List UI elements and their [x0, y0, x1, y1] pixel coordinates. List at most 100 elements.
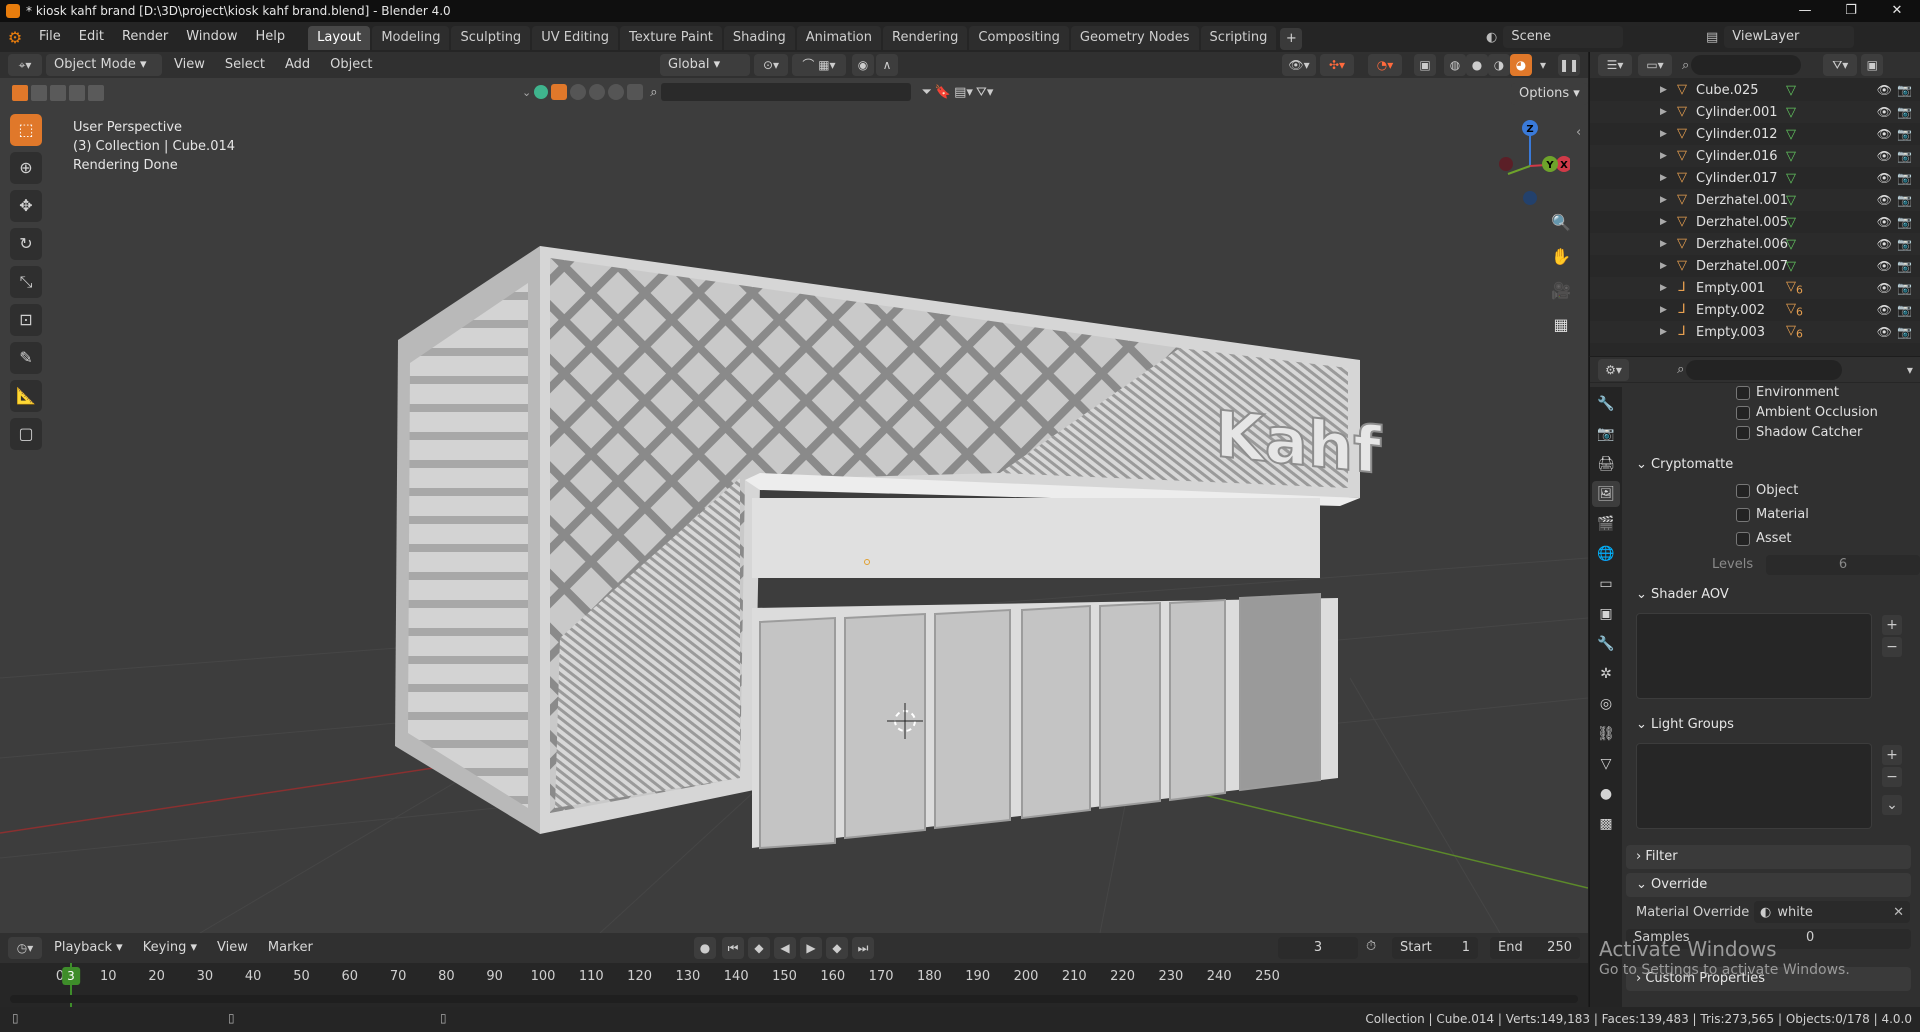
outliner-item[interactable]: ▶ ▽ Cylinder.012 ▽ 👁 📷	[1590, 123, 1920, 145]
mesh-data-icon[interactable]: ▽	[1786, 237, 1796, 252]
clock-icon[interactable]: ⏱	[1366, 939, 1376, 954]
options-dropdown[interactable]: Options ▾	[1507, 83, 1588, 105]
outliner-filter-icon[interactable]: ⛛▾	[1823, 54, 1858, 76]
mesh-data-icon[interactable]: ▽	[1786, 259, 1796, 274]
menu-file[interactable]: File	[30, 22, 70, 52]
collection-tab-icon[interactable]: ▭	[1592, 571, 1620, 597]
start-frame-field[interactable]: Start 1	[1392, 937, 1478, 959]
expand-arrow-icon[interactable]: ▶	[1660, 173, 1674, 183]
cryptomatte-panel-header[interactable]: ⌄ Cryptomatte	[1626, 453, 1911, 477]
physics-tab-icon[interactable]: ◎	[1592, 691, 1620, 717]
falloff-icon[interactable]: ∧	[876, 54, 898, 76]
play-reverse-icon[interactable]: ◀	[774, 937, 796, 959]
record-icon[interactable]: ●	[694, 937, 716, 959]
funnel-icon[interactable]: ⛛▾	[976, 85, 993, 100]
remove-light-group-button[interactable]: −	[1882, 767, 1902, 787]
outliner-item-name[interactable]: Cylinder.001	[1696, 105, 1778, 120]
outliner-item-name[interactable]: Derzhatel.006	[1696, 237, 1788, 252]
outliner-item[interactable]: ▶ ▽ Cube.025 ▽ 👁 📷	[1590, 79, 1920, 101]
light-groups-panel-header[interactable]: ⌄ Light Groups	[1626, 713, 1911, 737]
material-tab-icon[interactable]: ●	[1592, 781, 1620, 807]
menu-edit[interactable]: Edit	[70, 22, 113, 52]
jump-end-icon[interactable]: ⏭	[852, 937, 874, 959]
outliner-item-name[interactable]: Cylinder.017	[1696, 171, 1778, 186]
mesh-data-icon[interactable]: ▽	[1786, 215, 1796, 230]
outliner-item[interactable]: ▶ ▽ Cylinder.016 ▽ 👁 📷	[1590, 145, 1920, 167]
expand-arrow-icon[interactable]: ▶	[1660, 305, 1674, 315]
light-group-menu-button[interactable]: ⌄	[1882, 795, 1902, 815]
sphere-preview-icon[interactable]	[570, 84, 587, 100]
editor-type-icon[interactable]: ⌖▾	[8, 54, 42, 76]
expand-arrow-icon[interactable]: ▶	[1660, 107, 1674, 117]
render-camera-icon[interactable]: 📷	[1897, 171, 1912, 185]
shading-options-icon[interactable]: ▾	[1532, 54, 1554, 76]
tab-shading[interactable]: Shading	[723, 26, 795, 50]
scene-tab-icon[interactable]: 🎬	[1592, 511, 1620, 537]
select-intersect-icon[interactable]	[88, 85, 104, 101]
camera-view-icon[interactable]: 🎥	[1548, 278, 1574, 304]
timeline-keying-menu[interactable]: Keying ▾	[135, 937, 205, 959]
blender-menu-icon[interactable]: ⚙	[0, 28, 30, 47]
world-icon[interactable]	[534, 85, 549, 99]
menu-window[interactable]: Window	[177, 22, 246, 52]
pivot-icon[interactable]: ⊙▾	[754, 54, 788, 76]
scene-field[interactable]: Scene	[1503, 26, 1624, 48]
zoom-icon[interactable]: 🔍	[1548, 210, 1574, 236]
expand-arrow-icon[interactable]: ▶	[1660, 283, 1674, 293]
render-camera-icon[interactable]: 📷	[1897, 325, 1912, 339]
texture-preview-icon[interactable]	[589, 84, 606, 100]
pass-environment[interactable]: Environment	[1736, 385, 1839, 400]
3d-viewport[interactable]: Kahf	[0, 78, 1588, 933]
render-camera-icon[interactable]: 📷	[1897, 303, 1912, 317]
sidebar-toggle-icon[interactable]: ‹	[1576, 125, 1581, 140]
crypto-material[interactable]: Material	[1736, 507, 1809, 522]
checkbox[interactable]	[1736, 405, 1750, 420]
checkbox[interactable]	[1736, 507, 1750, 522]
display-mode-icon-outliner[interactable]: ▭▾	[1638, 54, 1672, 76]
select-subtract-icon[interactable]	[50, 85, 66, 101]
add-cube-tool[interactable]: ▢	[10, 418, 42, 450]
render-camera-icon[interactable]: 📷	[1897, 259, 1912, 273]
timeline-scrollbar[interactable]	[10, 995, 1578, 1003]
tab-modeling[interactable]: Modeling	[372, 26, 450, 50]
xray-icon[interactable]: ▣	[1414, 54, 1436, 76]
light-groups-list[interactable]	[1636, 743, 1872, 829]
tab-compositing[interactable]: Compositing	[969, 26, 1069, 50]
viewport-search-input[interactable]	[660, 83, 911, 101]
visibility-eye-icon[interactable]: 👁	[1877, 281, 1892, 295]
outliner-item[interactable]: ▶ ⅃ Empty.002 ▽6 👁 📷	[1590, 299, 1920, 321]
scene-selector[interactable]: ◐ Scene	[1486, 26, 1624, 48]
current-frame-field[interactable]: 3	[1278, 937, 1358, 959]
render-tab-icon[interactable]: 📷	[1592, 421, 1620, 447]
menu-render[interactable]: Render	[113, 22, 177, 52]
material-shading-icon[interactable]: ◑	[1488, 54, 1510, 76]
outliner-item-name[interactable]: Derzhatel.001	[1696, 193, 1788, 208]
render-camera-icon[interactable]: 📷	[1897, 215, 1912, 229]
solid-shading-icon[interactable]: ●	[1466, 54, 1488, 76]
visibility-eye-icon[interactable]: 👁	[1877, 215, 1892, 229]
playhead-frame-badge[interactable]: 3	[62, 967, 80, 985]
ortho-grid-icon[interactable]: ▦	[1548, 312, 1574, 338]
outliner-item[interactable]: ▶ ⅃ Empty.001 ▽6 👁 📷	[1590, 277, 1920, 299]
mesh-data-icon[interactable]: ▽	[1786, 83, 1796, 98]
new-collection-icon[interactable]: ▣	[1861, 54, 1884, 76]
proportional-edit-icon[interactable]: ◉	[852, 54, 874, 76]
outliner-item-name[interactable]: Empty.002	[1696, 303, 1765, 318]
world-tab-icon[interactable]: 🌐	[1592, 541, 1620, 567]
axis-gizmo[interactable]: Z X Y	[1490, 118, 1572, 208]
next-keyframe-icon[interactable]: ◆	[826, 937, 848, 959]
tab-layout[interactable]: Layout	[308, 26, 371, 50]
expand-arrow-icon[interactable]: ▶	[1660, 239, 1674, 249]
cursor-tool[interactable]: ⊕	[10, 152, 42, 184]
snap-icon[interactable]: ⌒ ▦▾	[792, 54, 846, 76]
outliner-item-name[interactable]: Empty.001	[1696, 281, 1765, 296]
texture-tab-icon[interactable]: ▩	[1592, 811, 1620, 837]
mesh-data-icon[interactable]: ▽	[1786, 127, 1796, 142]
overlay-toggle-icon[interactable]: ◔▾	[1368, 54, 1402, 76]
viewport-menu-object[interactable]: Object	[322, 54, 380, 76]
outliner-item-name[interactable]: Cylinder.016	[1696, 149, 1778, 164]
annotate-tool[interactable]: ✎	[10, 342, 42, 374]
minimize-button[interactable]: —	[1782, 0, 1828, 22]
render-camera-icon[interactable]: 📷	[1897, 193, 1912, 207]
expand-arrow-icon[interactable]: ▶	[1660, 195, 1674, 205]
